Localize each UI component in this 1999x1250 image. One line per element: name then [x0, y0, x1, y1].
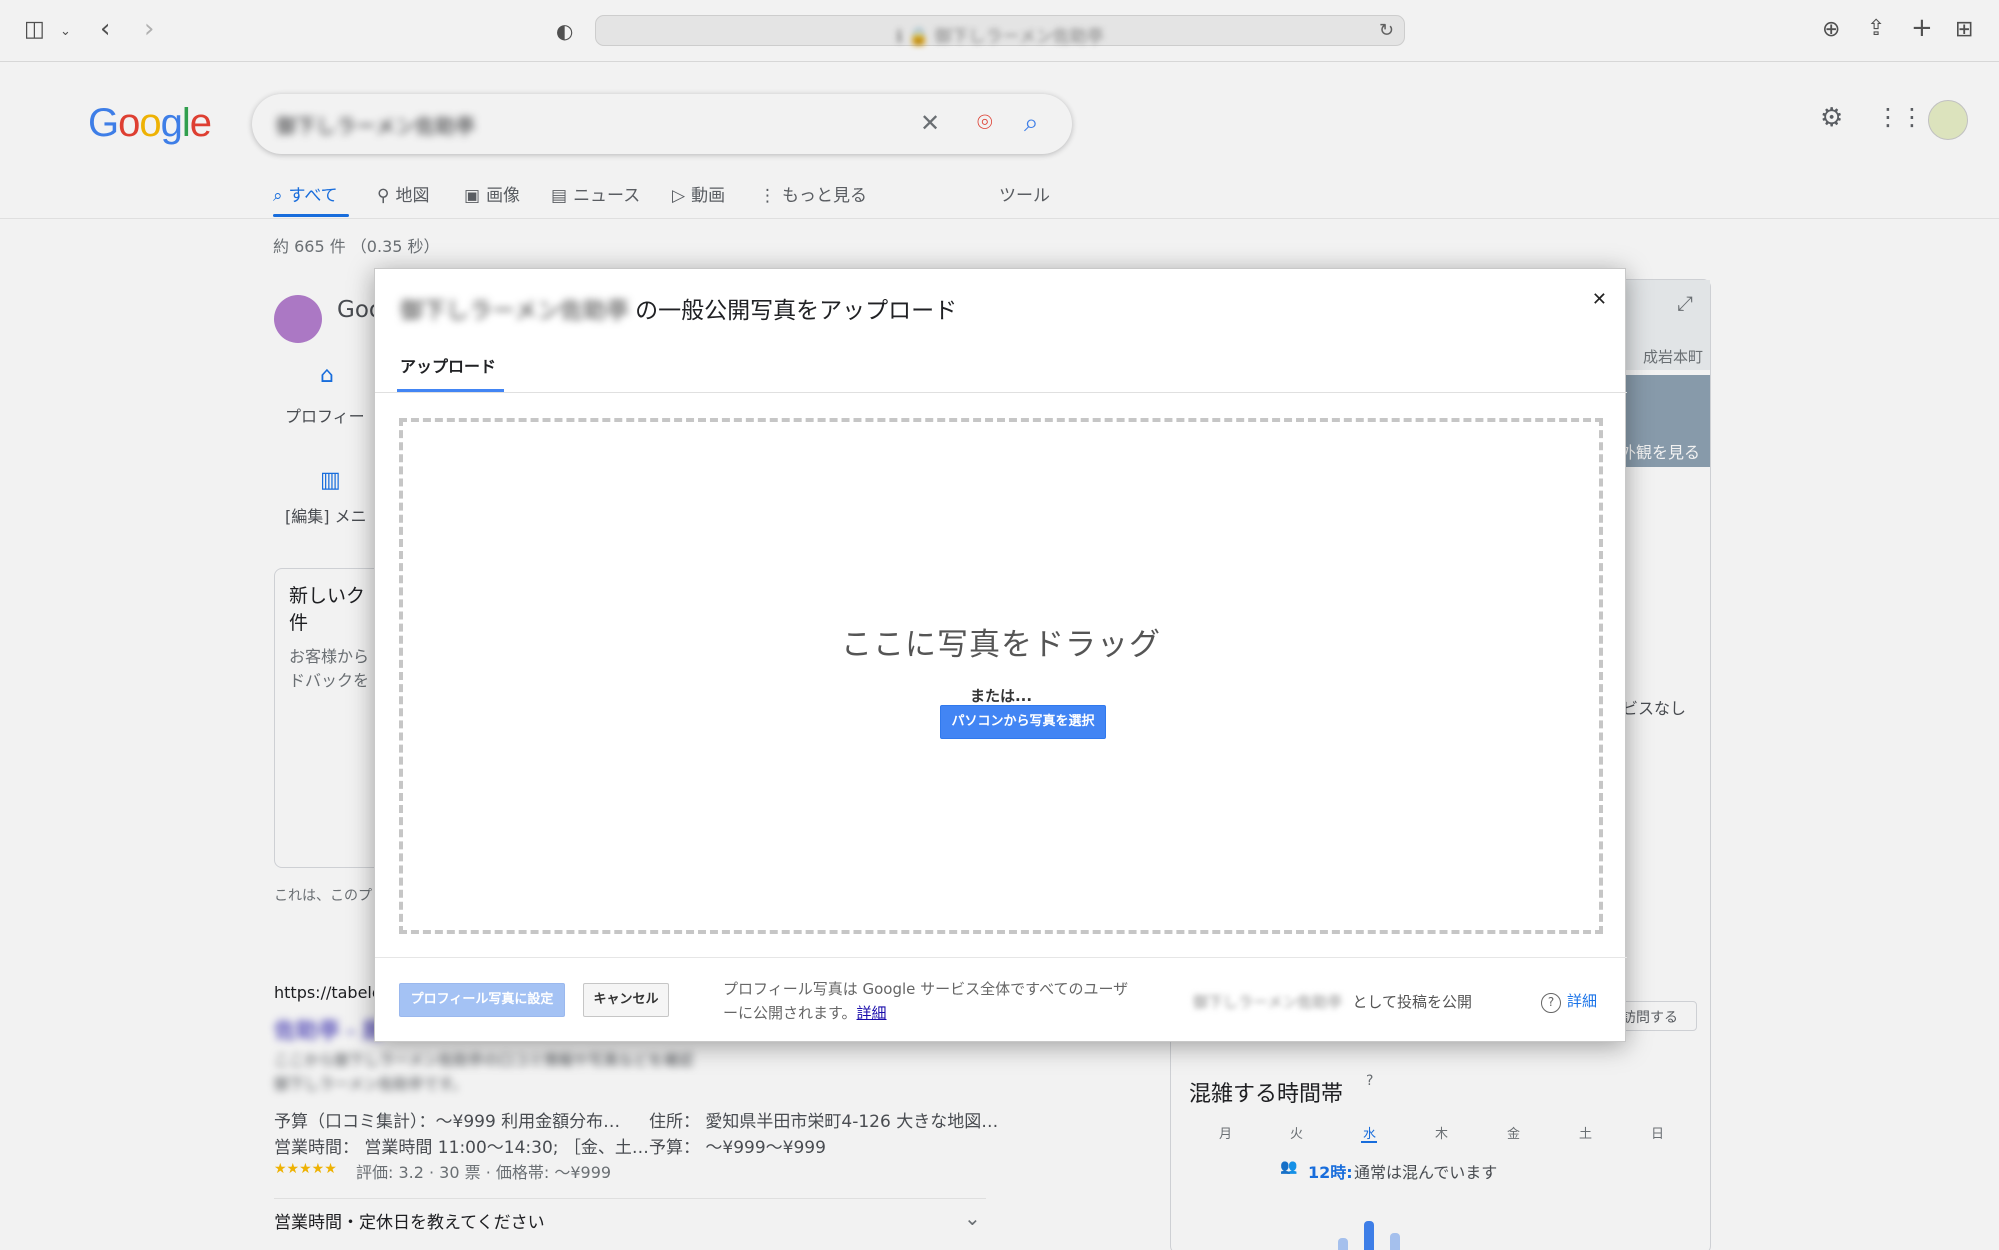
set-profile-photo-button[interactable]: プロフィール写真に設定 [399, 983, 565, 1017]
choose-from-computer-button[interactable]: パソコンから写真を選択 [940, 705, 1106, 739]
help-icon: ? [1541, 993, 1561, 1013]
post-as-name: 御下しラーメン佐助亭 [1193, 993, 1343, 1011]
footer-divider [375, 957, 1627, 958]
help-label: 詳細 [1567, 992, 1598, 1010]
tab-upload[interactable]: アップロード [400, 353, 496, 377]
close-icon[interactable]: ✕ [1592, 289, 1607, 310]
footer-note-text: プロフィール写真は Google サービス全体ですべてのユーザーに公開されます。 [723, 980, 1129, 1022]
dialog-title-text: の一般公開写真をアップロード [635, 298, 958, 324]
post-as-text: として投稿を公開 [1352, 993, 1472, 1011]
cancel-button[interactable]: キャンセル [583, 983, 669, 1017]
photo-drop-zone[interactable]: ここに写真をドラッグ または... パソコンから写真を選択 [399, 418, 1603, 934]
dialog-title: 御下しラーメン佐助亭 の一般公開写真をアップロード [400, 291, 957, 325]
help-link[interactable]: ? 詳細 [1541, 990, 1597, 1013]
footer-note: プロフィール写真は Google サービス全体ですべてのユーザーに公開されます。… [723, 977, 1143, 1025]
drop-or-label: または... [969, 687, 1033, 705]
footer-details-link[interactable]: 詳細 [857, 1004, 887, 1022]
photo-upload-dialog: 御下しラーメン佐助亭 の一般公開写真をアップロード ✕ アップロード ここに写真を… [374, 268, 1627, 1042]
post-as-label: 御下しラーメン佐助亭 として投稿を公開 [1193, 991, 1472, 1012]
drop-title: ここに写真をドラッグ [841, 627, 1161, 663]
tab-divider [375, 392, 1627, 393]
place-name: 御下しラーメン佐助亭 [400, 298, 630, 324]
